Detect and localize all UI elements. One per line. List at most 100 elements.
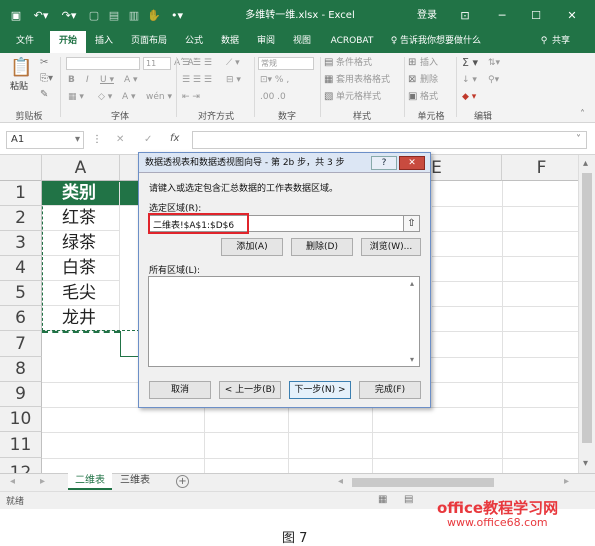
scroll-thumb[interactable] xyxy=(582,173,592,443)
back-button[interactable]: < 上一步(B) xyxy=(219,381,281,399)
tab-view[interactable]: 视图 xyxy=(286,31,318,53)
name-box[interactable]: A1 xyxy=(6,131,84,149)
row-header[interactable]: 2 xyxy=(0,206,42,231)
font-size-input[interactable]: 11 xyxy=(143,57,171,70)
row-header[interactable]: 7 xyxy=(0,331,42,357)
new-file-icon[interactable]: ▢ xyxy=(86,0,102,31)
left-align-icon[interactable]: ☰ ☰ ☰ xyxy=(182,74,212,86)
tab-insert[interactable]: 插入 xyxy=(88,31,120,53)
percent-icon[interactable]: ⊡▾ % , xyxy=(260,74,289,86)
clear-icon[interactable]: ◆ ▾ xyxy=(462,91,476,103)
row-header[interactable]: 3 xyxy=(0,231,42,256)
autosum-icon[interactable]: Σ ▾ xyxy=(462,57,478,69)
fill-icon[interactable]: ↓ ▾ xyxy=(462,74,477,86)
enter-icon[interactable]: ✓ xyxy=(144,134,152,146)
font-color-icon[interactable]: A ▾ xyxy=(122,91,136,103)
font-name-input[interactable] xyxy=(66,57,140,70)
save-icon[interactable]: ▣ xyxy=(8,0,24,31)
restore-button[interactable]: ☐ xyxy=(524,0,548,31)
paste-icon[interactable]: 📋 xyxy=(10,57,32,79)
bold-icon[interactable]: B xyxy=(68,74,75,86)
col-header-a[interactable]: A xyxy=(42,155,120,181)
name-box-dropdown-icon[interactable]: ▾ xyxy=(75,134,80,146)
tab-review[interactable]: 审阅 xyxy=(250,31,282,53)
scroll-down-icon[interactable]: ▾ xyxy=(583,458,588,470)
customize-toolbar-icon[interactable]: •▾ xyxy=(166,0,188,31)
tab-formulas[interactable]: 公式 xyxy=(178,31,210,53)
table-format-button[interactable]: 套用表格格式 xyxy=(336,74,390,86)
fill-color-icon[interactable]: ◇ ▾ xyxy=(98,91,112,103)
all-ranges-list[interactable]: ▴ ▾ xyxy=(148,276,420,367)
find-icon[interactable]: ⚲▾ xyxy=(488,74,499,86)
phonetic-icon[interactable]: A ▾ xyxy=(124,74,138,86)
format-painter-icon[interactable]: ✎ xyxy=(40,89,48,101)
row-header[interactable]: 12 xyxy=(0,458,42,473)
collapse-dialog-icon[interactable]: ⇧ xyxy=(403,215,420,232)
collapse-ribbon-icon[interactable]: ˄ xyxy=(580,109,585,121)
row-header[interactable]: 9 xyxy=(0,382,42,407)
row-header[interactable]: 6 xyxy=(0,306,42,331)
next-button[interactable]: 下一步(N) > xyxy=(289,381,351,399)
orientation-icon[interactable]: ⟋ ▾ xyxy=(226,57,240,69)
copy-icon[interactable]: ⎘▾ xyxy=(40,73,53,85)
add-sheet-icon[interactable]: + xyxy=(176,475,189,488)
row-header[interactable]: 11 xyxy=(0,432,42,458)
tab-data[interactable]: 数据 xyxy=(214,31,246,53)
redo-icon[interactable]: ↷▾ xyxy=(58,0,80,31)
undo-icon[interactable]: ↶▾ xyxy=(30,0,52,31)
cut-icon[interactable]: ✂ xyxy=(40,57,48,69)
tell-me-box[interactable]: 告诉我你想要做什么 xyxy=(400,31,492,53)
vertical-scrollbar[interactable]: ▴ ▾ xyxy=(578,155,595,473)
minimize-button[interactable]: ─ xyxy=(490,0,514,31)
expand-formula-icon[interactable]: ˅ xyxy=(576,134,581,146)
list-scroll-up-icon[interactable]: ▴ xyxy=(410,278,414,290)
formula-input[interactable] xyxy=(192,131,587,149)
print-preview-icon[interactable]: ▥ xyxy=(126,0,142,31)
page-layout-view-icon[interactable]: ▤ xyxy=(404,494,413,506)
merge-icon[interactable]: ⊟ ▾ xyxy=(226,74,241,86)
col-header-f[interactable]: F xyxy=(502,155,578,181)
sheet-tab-active[interactable]: 二维表 xyxy=(68,473,112,490)
insert-button[interactable]: 插入 xyxy=(420,57,438,69)
touch-mode-icon[interactable]: ✋ xyxy=(146,0,162,31)
cell-styles-button[interactable]: 单元格样式 xyxy=(336,91,381,103)
sort-filter-icon[interactable]: ⇅▾ xyxy=(488,57,500,69)
sheet-tab[interactable]: 三维表 xyxy=(114,474,156,490)
top-align-icon[interactable]: ☰ ☰ ☰ xyxy=(182,57,212,69)
tab-page-layout[interactable]: 页面布局 xyxy=(124,31,174,53)
tab-file[interactable]: 文件 xyxy=(8,31,42,53)
format-button[interactable]: 格式 xyxy=(420,91,438,103)
next-sheet-icon[interactable]: ▸ xyxy=(40,476,45,488)
row-header[interactable]: 8 xyxy=(0,357,42,382)
hscroll-thumb[interactable] xyxy=(352,478,494,487)
italic-icon[interactable]: I xyxy=(86,74,89,86)
row-header[interactable]: 4 xyxy=(0,256,42,281)
underline-icon[interactable]: U ▾ xyxy=(100,74,114,86)
prev-sheet-icon[interactable]: ◂ xyxy=(10,476,15,488)
select-all-corner[interactable] xyxy=(0,155,42,181)
delete-button[interactable]: 删除(D) xyxy=(291,238,353,256)
row-header[interactable]: 10 xyxy=(0,407,42,432)
cell-a1[interactable]: 类别 xyxy=(42,181,120,206)
cell-a5[interactable]: 毛尖 xyxy=(42,281,120,306)
login-link[interactable]: 登录 xyxy=(412,0,442,31)
insert-function-icon[interactable]: fx xyxy=(170,133,179,145)
cell-a6[interactable]: 龙井 xyxy=(42,306,120,331)
list-scroll-down-icon[interactable]: ▾ xyxy=(410,354,414,366)
delete-button[interactable]: 删除 xyxy=(420,74,438,86)
open-file-icon[interactable]: ▤ xyxy=(106,0,122,31)
wen-icon[interactable]: wén ▾ xyxy=(146,91,172,103)
cancel-button[interactable]: 取消 xyxy=(149,381,211,399)
borders-icon[interactable]: ▦ ▾ xyxy=(68,91,84,103)
dialog-close-button[interactable]: ✕ xyxy=(399,156,425,170)
conditional-format-button[interactable]: 条件格式 xyxy=(336,57,372,69)
number-format-select[interactable]: 常规 xyxy=(258,57,314,70)
cancel-icon[interactable]: ✕ xyxy=(116,134,124,146)
help-button[interactable]: ? xyxy=(371,156,397,170)
cell-a2[interactable]: 红茶 xyxy=(42,206,120,231)
share-button[interactable]: 共享 xyxy=(552,31,580,53)
scroll-up-icon[interactable]: ▴ xyxy=(583,158,588,170)
hscroll-left-icon[interactable]: ◂ xyxy=(338,476,343,488)
tab-home[interactable]: 开始 xyxy=(50,31,86,53)
hscroll-right-icon[interactable]: ▸ xyxy=(564,476,569,488)
